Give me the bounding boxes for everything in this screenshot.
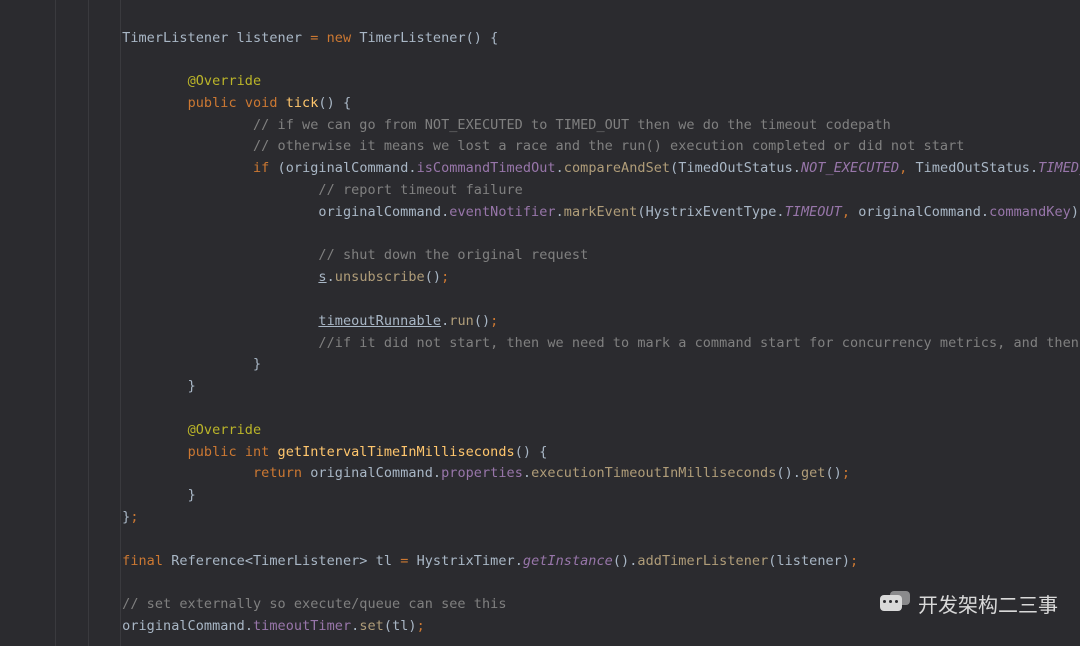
code-line: public void tick() { — [0, 93, 1080, 115]
wechat-icon — [880, 591, 910, 617]
code-line: TimerListener listener = new TimerListen… — [0, 28, 1080, 50]
code-line — [0, 398, 1080, 420]
code-line: // shut down the original request — [0, 245, 1080, 267]
code-line: if (originalCommand.isCommandTimedOut.co… — [0, 158, 1080, 180]
code-line — [0, 529, 1080, 551]
code-line: @Override — [0, 71, 1080, 93]
code-line: // report timeout failure — [0, 180, 1080, 202]
code-line: originalCommand.eventNotifier.markEvent(… — [0, 202, 1080, 224]
code-line — [0, 289, 1080, 311]
code-line: } — [0, 485, 1080, 507]
code-line: //if it did not start, then we need to m… — [0, 333, 1080, 355]
watermark-text: 开发架构二三事 — [918, 589, 1058, 618]
code-line: public int getIntervalTimeInMilliseconds… — [0, 442, 1080, 464]
code-block: TimerListener listener = new TimerListen… — [0, 14, 1080, 638]
code-line: @Override — [0, 420, 1080, 442]
watermark: 开发架构二三事 — [880, 589, 1058, 618]
code-line: }; — [0, 507, 1080, 529]
code-line: } — [0, 376, 1080, 398]
code-line: return originalCommand.properties.execut… — [0, 463, 1080, 485]
code-line: // if we can go from NOT_EXECUTED to TIM… — [0, 115, 1080, 137]
code-line: originalCommand.timeoutTimer.set(tl); — [0, 616, 1080, 638]
code-line: s.unsubscribe(); — [0, 267, 1080, 289]
code-line — [0, 49, 1080, 71]
code-line: final Reference<TimerListener> tl = Hyst… — [0, 551, 1080, 573]
code-line: timeoutRunnable.run(); — [0, 311, 1080, 333]
code-line: // otherwise it means we lost a race and… — [0, 136, 1080, 158]
code-line — [0, 224, 1080, 246]
code-line: } — [0, 354, 1080, 376]
